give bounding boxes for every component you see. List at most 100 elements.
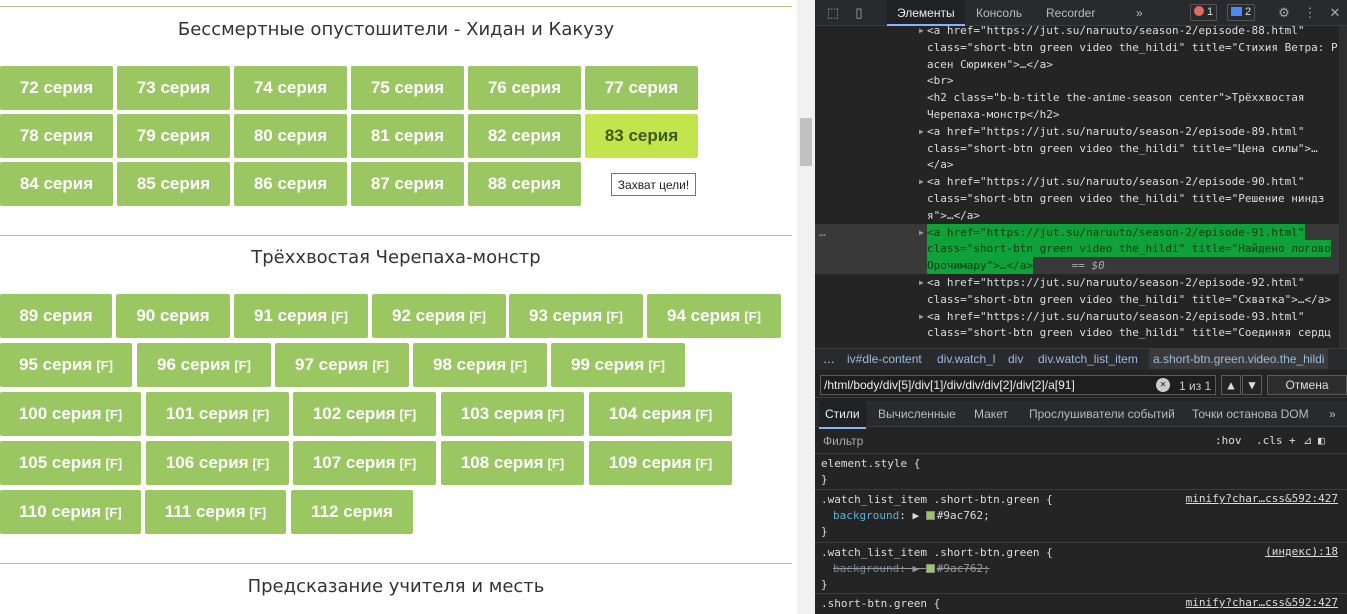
dom-node-line[interactable]: <h2 class="b-b-title the-anime-season ce… [815, 89, 1347, 106]
episode-button[interactable]: 111 серия [F] [145, 490, 286, 534]
inspect-element-icon[interactable]: ⬚ [825, 5, 841, 21]
tab-elements[interactable]: Элементы [887, 0, 965, 26]
dom-node-line[interactable]: Орочимару">…</a> == $0 [815, 257, 1347, 275]
episode-button[interactable]: 87 серия [351, 162, 464, 206]
rule-source-link[interactable]: minify?char…css&592:427 [1186, 492, 1338, 505]
dom-node-line[interactable]: ▶ <a href="https://jut.su/naruuto/season-… [815, 26, 1347, 39]
episode-button[interactable]: 79 серия [117, 114, 230, 158]
dom-node-line[interactable]: Черепаха-монстр</h2> [815, 106, 1347, 123]
cancel-search-button[interactable]: Отмена [1267, 375, 1347, 395]
css-declaration[interactable]: background: ▶ #9ac762; [833, 508, 990, 524]
episode-button[interactable]: 102 серия [F] [293, 392, 436, 436]
hov-toggle[interactable]: :hov [1215, 434, 1242, 447]
episode-button[interactable]: 73 серия [117, 66, 230, 110]
more-tabs-icon[interactable]: » [1136, 0, 1143, 26]
episode-button[interactable]: 74 серия [234, 66, 347, 110]
dom-node-line[interactable]: ▶ <a href="https://jut.su/naruuto/season-… [815, 308, 1347, 325]
element-state-icon[interactable]: ⊿ [1303, 434, 1312, 447]
more-panels-icon[interactable]: » [1329, 401, 1336, 427]
episode-button[interactable]: 82 серия [468, 114, 581, 158]
episode-button[interactable]: 112 серия [291, 490, 413, 534]
breadcrumb-more[interactable]: … [823, 349, 835, 369]
dom-node-line[interactable]: асен Сюрикен">…</a> [815, 56, 1347, 73]
tab-styles[interactable]: Стили [819, 401, 866, 429]
episode-button[interactable]: 88 серия [468, 162, 581, 206]
episode-button[interactable]: 95 серия [F] [0, 343, 132, 387]
episode-button[interactable]: 105 серия [F] [0, 441, 141, 485]
tab-computed[interactable]: Вычисленные [878, 401, 956, 427]
dom-node-line[interactable]: class="short-btn green video the_hildi" … [815, 240, 1347, 258]
add-rule-icon[interactable]: + [1289, 434, 1296, 447]
episode-button[interactable]: 96 серия [F] [137, 343, 271, 387]
clear-search-icon[interactable]: ✕ [1156, 378, 1170, 392]
expand-triangle-icon[interactable]: ▶ [919, 308, 924, 325]
episode-button[interactable]: 100 серия [F] [0, 392, 141, 436]
episode-button[interactable]: 94 серия [F] [647, 294, 781, 338]
episode-button[interactable]: 99 серия [F] [551, 343, 685, 387]
episode-button[interactable]: 76 серия [468, 66, 581, 110]
dom-node-line[interactable]: class="short-btn green video the_hildi" … [815, 324, 1347, 341]
device-toggle-icon[interactable]: ▯ [851, 5, 867, 21]
tab-console[interactable]: Консоль [976, 0, 1022, 26]
episode-button[interactable]: 92 серия [F] [372, 294, 506, 338]
episode-button[interactable]: 81 серия [351, 114, 464, 158]
episode-button[interactable]: 84 серия [0, 162, 113, 206]
tab-layout[interactable]: Макет [974, 401, 1008, 427]
dom-tree-scrollbar[interactable] [1339, 26, 1347, 348]
tab-dom-breakpoints[interactable]: Точки останова DOM [1192, 401, 1309, 427]
color-swatch-icon[interactable] [925, 511, 935, 520]
css-declaration[interactable]: background: ▶ #9ac762; [833, 561, 990, 577]
prev-match-button[interactable]: ▲ [1221, 375, 1241, 395]
episode-button[interactable]: 75 серия [351, 66, 464, 110]
rule-selector[interactable]: .watch_list_item .short-btn.green { [821, 545, 1053, 561]
dom-node-line[interactable]: ▶ <a href="https://jut.su/naruuto/season-… [815, 274, 1347, 291]
rule-source-link[interactable]: minify?char…css&592:427 [1186, 596, 1338, 609]
dom-node-line[interactable]: </a> [815, 156, 1347, 173]
rule-selector[interactable]: .short-btn.green { [821, 596, 940, 612]
expand-triangle-icon[interactable]: ▶ [919, 26, 924, 39]
dom-node-line[interactable]: ▶ <a href="https://jut.su/naruuto/season-… [815, 123, 1347, 140]
episode-button[interactable]: 80 серия [234, 114, 347, 158]
episode-button[interactable]: 86 серия [234, 162, 347, 206]
episode-button[interactable]: 72 серия [0, 66, 113, 110]
scrollbar-thumb[interactable] [800, 118, 812, 166]
rule-selector[interactable]: .watch_list_item .short-btn.green { [821, 492, 1053, 508]
episode-button[interactable]: 103 серия [F] [441, 392, 584, 436]
styles-filter-input[interactable]: Фильтр [823, 434, 863, 448]
more-actions-icon[interactable]: … [819, 224, 826, 241]
expand-triangle-icon[interactable]: ▶ [919, 123, 924, 140]
episode-button[interactable]: 108 серия [F] [441, 441, 584, 485]
breadcrumb-item[interactable]: a.short-btn.green.video.the_hildi [1149, 349, 1329, 369]
error-badge[interactable]: 1 [1190, 4, 1218, 21]
dom-node-line[interactable]: class="short-btn green video the_hildi" … [815, 291, 1347, 308]
episode-button[interactable]: 110 серия [F] [0, 490, 141, 534]
breadcrumb-item[interactable]: div.watch_list_item [1038, 349, 1138, 369]
episode-button[interactable]: 109 серия [F] [589, 441, 732, 485]
episode-button[interactable]: 93 серия [F] [509, 294, 643, 338]
episode-button[interactable]: 77 серия [585, 66, 698, 110]
dom-node-line[interactable]: class="short-btn green video the_hildi" … [815, 190, 1347, 207]
dom-node-line[interactable]: я">…</a> [815, 207, 1347, 224]
episode-button[interactable]: 104 серия [F] [589, 392, 732, 436]
kebab-menu-icon[interactable]: ⋮ [1302, 5, 1318, 21]
episode-button[interactable]: 78 серия [0, 114, 113, 158]
expand-triangle-icon[interactable]: ▶ [919, 224, 924, 241]
dom-tree[interactable]: ▶ <a href="https://jut.su/naruuto/season-… [815, 26, 1347, 348]
episode-button[interactable]: 106 серия [F] [146, 441, 289, 485]
rule-source-link[interactable]: (индекс):18 [1265, 545, 1338, 558]
breadcrumb-item[interactable]: div [1008, 349, 1023, 369]
tab-event-listeners[interactable]: Прослушиватели событий [1029, 401, 1175, 427]
episode-button[interactable]: 91 серия [F] [234, 294, 368, 338]
expand-triangle-icon[interactable]: ▶ [919, 173, 924, 190]
episode-button[interactable]: 97 серия [F] [275, 343, 409, 387]
breadcrumb-item[interactable]: div.watch_l [937, 349, 995, 369]
toggle-sidebar-icon[interactable]: ◧ [1318, 434, 1325, 447]
next-match-button[interactable]: ▼ [1242, 375, 1262, 395]
rule-selector[interactable]: element.style { [821, 456, 920, 472]
color-swatch-icon[interactable] [925, 564, 935, 573]
gear-icon[interactable]: ⚙ [1276, 5, 1292, 21]
dom-node-line[interactable]: ▶ <a href="https://jut.su/naruuto/season-… [815, 173, 1347, 190]
episode-button[interactable]: 90 серия [116, 294, 230, 338]
expand-triangle-icon[interactable]: ▶ [919, 274, 924, 291]
cls-toggle[interactable]: .cls [1256, 434, 1283, 447]
